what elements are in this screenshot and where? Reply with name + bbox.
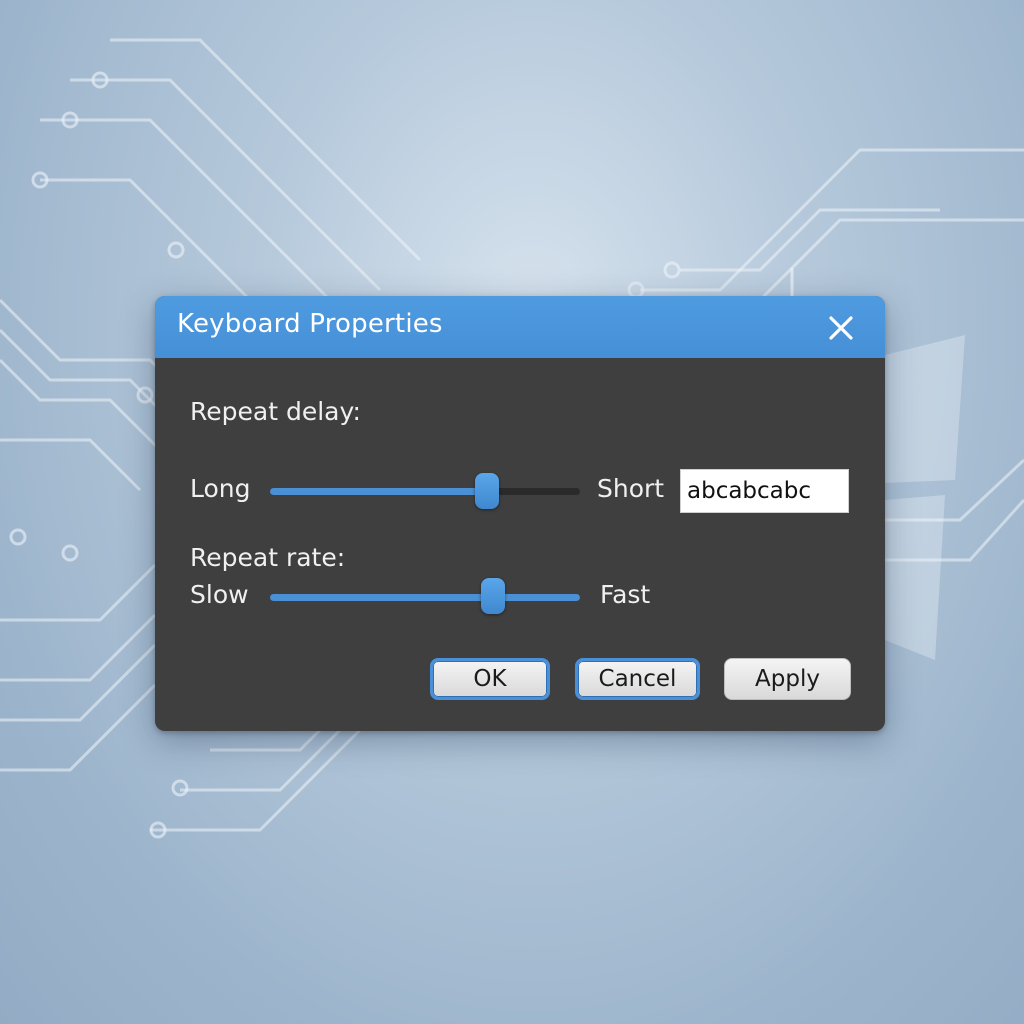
repeat-delay-slider-fill [270,488,487,495]
repeat-delay-min-label: Long [190,474,251,503]
ok-button[interactable]: OK [430,658,550,700]
repeat-rate-heading: Repeat rate: [190,543,346,572]
repeat-delay-heading: Repeat delay: [190,397,361,426]
windows-logo-watermark [885,335,965,660]
repeat-delay-max-label: Short [597,474,665,503]
repeat-rate-min-label: Slow [190,580,249,609]
close-button[interactable] [821,308,861,348]
repeat-rate-max-label: Fast [600,580,651,609]
dialog-titlebar[interactable]: Keyboard Properties [155,296,885,358]
cancel-button[interactable]: Cancel [575,658,700,700]
apply-button[interactable]: Apply [724,658,851,700]
repeat-test-input[interactable] [680,469,849,513]
keyboard-properties-dialog: Keyboard Properties Repeat delay: Long S… [155,296,885,731]
repeat-delay-slider-thumb[interactable] [475,473,499,509]
repeat-rate-slider-track[interactable] [270,594,580,601]
dialog-title: Keyboard Properties [177,309,443,339]
repeat-delay-slider-track[interactable] [270,488,580,495]
repeat-rate-slider-thumb[interactable] [481,578,506,614]
repeat-rate-slider-fill [270,594,580,601]
close-icon [829,316,853,340]
